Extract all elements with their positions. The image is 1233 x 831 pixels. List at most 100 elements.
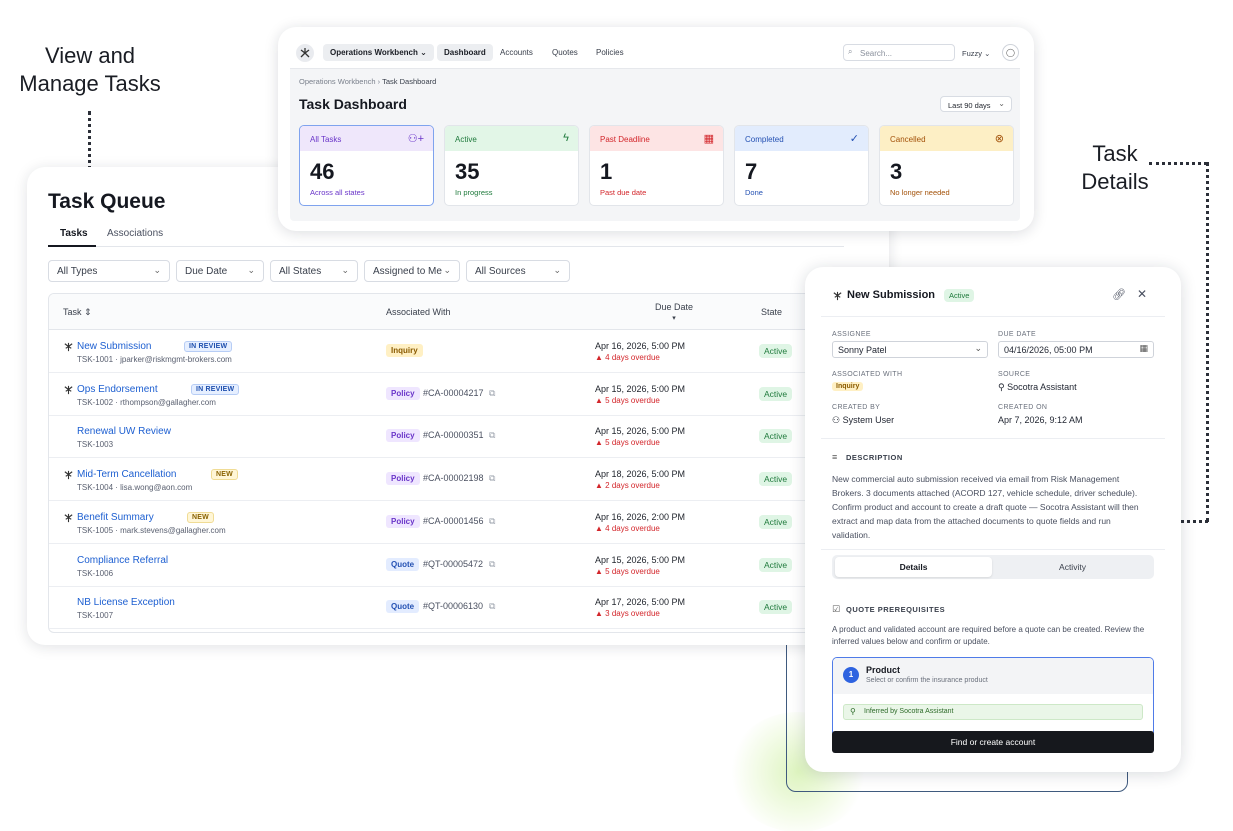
task-link[interactable]: New Submission xyxy=(77,341,151,352)
task-link[interactable]: Benefit Summary xyxy=(77,512,154,523)
stat-card[interactable]: All Tasks ⚇+ 46 Across all states xyxy=(299,125,434,206)
associated-id[interactable]: #QT-00006130 xyxy=(423,601,483,611)
stat-subtext: Past due date xyxy=(600,188,647,197)
filter-assigned[interactable]: Assigned to Me ⌄ xyxy=(364,260,460,282)
link-icon[interactable]: 🔗︎ xyxy=(1112,288,1126,301)
find-create-account-button[interactable]: Find or create account xyxy=(832,731,1154,753)
task-link[interactable]: Mid-Term Cancellation xyxy=(77,469,176,480)
inferred-text: Inferred by Socotra Assistant xyxy=(864,708,954,715)
tab-underline xyxy=(48,245,96,247)
nav-dashboard[interactable]: Dashboard xyxy=(437,44,493,61)
status-badge: NEW xyxy=(211,469,238,481)
assignee-label: ASSIGNEE xyxy=(832,331,871,338)
task-link[interactable]: Renewal UW Review xyxy=(77,426,171,437)
associated-chip[interactable]: Policy xyxy=(386,386,420,400)
task-link[interactable]: NB License Exception xyxy=(77,597,175,608)
task-meta: TSK-1001 · jparker@riskmgmt-brokers.com xyxy=(77,355,232,364)
table-row[interactable]: Compliance Referral TSK-1006 Quote #QT-0000… xyxy=(49,544,877,587)
task-detail-panel: New Submission Active 🔗︎ ✕ ASSIGNEE Sonn… xyxy=(805,267,1181,772)
due-date: Apr 18, 2026, 5:00 PM xyxy=(595,469,686,480)
chevron-down-icon: ⌄ xyxy=(974,343,982,353)
stat-card[interactable]: Past Deadline ▦ 1 Past due date xyxy=(589,125,724,206)
table-row[interactable]: Mid-Term Cancellation NEW TSK-1004 · lisa.… xyxy=(49,458,877,502)
associated-id[interactable]: #CA-00000351 xyxy=(423,430,484,440)
state-badge: Active xyxy=(759,472,793,487)
filter-types[interactable]: All Types ⌄ xyxy=(48,260,170,282)
associated-chip[interactable]: Quote xyxy=(386,600,420,614)
table-row[interactable]: Benefit Summary NEW TSK-1005 · mark.steven… xyxy=(49,501,877,544)
filter-label: All States xyxy=(279,266,322,277)
task-link[interactable]: Ops Endorsement xyxy=(77,384,158,395)
external-link-icon[interactable]: ⧉ xyxy=(489,430,495,441)
stat-card[interactable]: Active ϟ 35 In progress xyxy=(444,125,579,206)
stat-card[interactable]: Cancelled ⊗ 3 No longer needed xyxy=(879,125,1014,206)
calendar-icon[interactable]: ▦ xyxy=(1139,343,1148,354)
assignee-select[interactable]: Sonny Patel ⌄ xyxy=(832,341,988,358)
column-due-date[interactable]: Due Date ▾ xyxy=(655,302,693,322)
product-step[interactable]: 1 Product Select or confirm the insuranc… xyxy=(832,657,1154,737)
associated-id[interactable]: #CA-00002198 xyxy=(423,473,484,483)
step-number: 1 xyxy=(843,667,859,683)
filter-sources[interactable]: All Sources ⌄ xyxy=(466,260,570,282)
filter-label: Due Date xyxy=(185,266,228,277)
stat-value: 3 xyxy=(890,159,903,184)
associated-chip[interactable]: Quote xyxy=(386,557,420,571)
due-date-label: DUE DATE xyxy=(998,331,1037,338)
due-date: Apr 15, 2026, 5:00 PM xyxy=(595,383,686,394)
close-icon[interactable]: ✕ xyxy=(1137,287,1147,301)
task-meta: TSK-1007 xyxy=(77,611,114,621)
sort-icon: ⇕ xyxy=(84,307,92,317)
nav-policies[interactable]: Policies xyxy=(589,44,631,61)
associated-chip[interactable]: Inquiry xyxy=(832,382,864,391)
column-label: Task xyxy=(63,307,82,317)
stat-card[interactable]: Completed ✓ 7 Done xyxy=(734,125,869,206)
due-date-input[interactable]: 04/16/2026, 05:00 PM ▦ xyxy=(998,341,1154,358)
created-by-text: System User xyxy=(842,415,895,425)
external-link-icon[interactable]: ⧉ xyxy=(489,473,495,484)
stat-subtext: In progress xyxy=(455,188,493,197)
associated-chip[interactable]: Policy xyxy=(386,514,420,528)
associated-id[interactable]: #CA-00004217 xyxy=(423,388,484,398)
state-badge: Active xyxy=(759,386,793,401)
table-row[interactable]: Renewal UW Review TSK-1003 Policy #CA-00000… xyxy=(49,415,877,459)
task-meta: TSK-1003 xyxy=(77,440,114,450)
detail-title: New Submission xyxy=(847,289,936,301)
table-row[interactable]: New Submission IN REVIEW TSK-1001 · jparke… xyxy=(49,330,877,373)
chevron-down-icon: ⌄ xyxy=(420,48,427,57)
breadcrumb-separator: › xyxy=(377,77,381,86)
avatar-icon[interactable]: ◯ xyxy=(1002,44,1019,61)
workbench-selector[interactable]: Operations Workbench ⌄ xyxy=(323,44,434,61)
task-type-icon xyxy=(64,342,73,352)
external-link-icon[interactable]: ⧉ xyxy=(489,516,495,527)
stat-label: Past Deadline xyxy=(600,135,650,144)
breadcrumb: Operations Workbench › Task Dashboard xyxy=(299,77,436,86)
external-link-icon[interactable]: ⧉ xyxy=(489,559,495,570)
external-link-icon[interactable]: ⧉ xyxy=(489,388,495,399)
tab-details[interactable]: Details xyxy=(835,557,992,577)
nav-quotes[interactable]: Quotes xyxy=(545,44,585,61)
state-badge: Active xyxy=(759,600,793,615)
filter-states[interactable]: All States ⌄ xyxy=(270,260,358,282)
column-task[interactable]: Task ⇕ xyxy=(63,307,92,318)
tab-associations[interactable]: Associations xyxy=(107,228,163,239)
tab-tasks[interactable]: Tasks xyxy=(60,228,88,239)
due-date: Apr 16, 2026, 2:00 PM xyxy=(595,511,686,522)
overdue-text: ▲ 4 days overdue xyxy=(595,523,660,533)
user-menu[interactable]: Fuzzy ⌄ xyxy=(962,49,990,58)
associated-id[interactable]: #QT-00005472 xyxy=(423,559,483,569)
external-link-icon[interactable]: ⧉ xyxy=(489,601,495,612)
associated-chip[interactable]: Policy xyxy=(386,472,420,486)
filter-due-date[interactable]: Due Date ⌄ xyxy=(176,260,264,282)
tab-activity[interactable]: Activity xyxy=(994,557,1151,577)
associated-chip[interactable]: Policy xyxy=(386,429,420,443)
associated-id[interactable]: #CA-00001456 xyxy=(423,516,484,526)
associated-chip[interactable]: Inquiry xyxy=(386,344,423,357)
task-link[interactable]: Compliance Referral xyxy=(77,555,168,566)
date-range-select[interactable]: Last 90 days ⌄ xyxy=(940,96,1012,112)
table-row[interactable]: Ops Endorsement IN REVIEW TSK-1002 · rthom… xyxy=(49,373,877,416)
table-row[interactable]: NB License Exception TSK-1007 Quote #QT-000… xyxy=(49,586,877,630)
search-input[interactable]: ⌕ Search... xyxy=(843,44,955,61)
stat-value: 7 xyxy=(745,159,758,184)
breadcrumb-parent[interactable]: Operations Workbench xyxy=(299,77,376,86)
nav-accounts[interactable]: Accounts xyxy=(493,44,540,61)
